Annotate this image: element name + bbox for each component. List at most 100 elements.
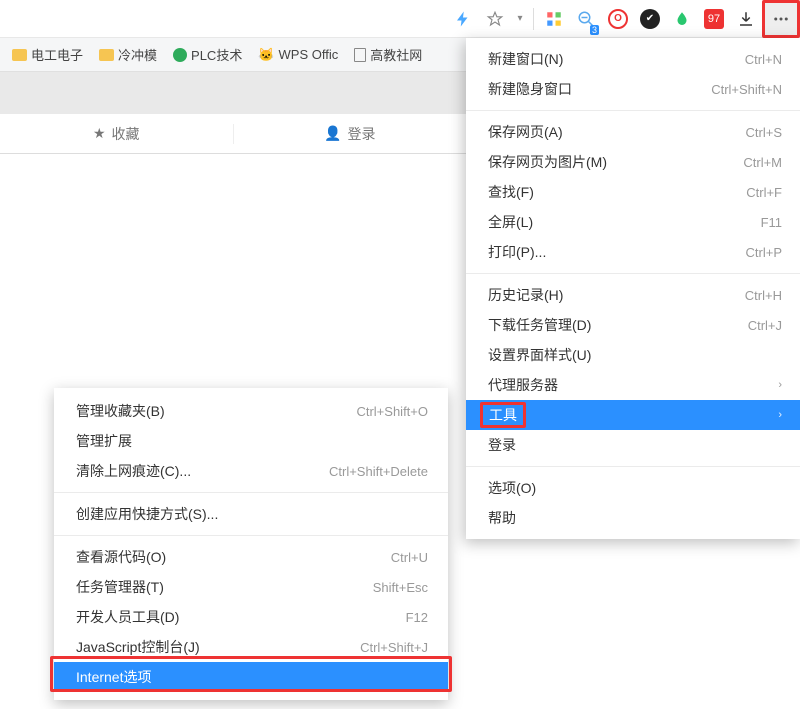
submenu-clear-data[interactable]: 清除上网痕迹(C)...Ctrl+Shift+Delete xyxy=(54,456,448,486)
page-icon xyxy=(354,48,366,62)
menu-label: 开发人员工具(D) xyxy=(76,607,406,627)
bookmark-label: 电工电子 xyxy=(31,45,83,64)
menu-label: 清除上网痕迹(C)... xyxy=(76,461,329,481)
menu-shortcut: F12 xyxy=(406,610,428,625)
menu-label: 保存网页为图片(M) xyxy=(488,152,743,172)
menu-new-incognito[interactable]: 新建隐身窗口Ctrl+Shift+N xyxy=(466,74,800,104)
zoom-icon[interactable]: 3 xyxy=(570,0,602,38)
submenu-view-source[interactable]: 查看源代码(O)Ctrl+U xyxy=(54,542,448,572)
bookmark-item[interactable]: 电工电子 xyxy=(4,38,91,71)
submenu-manage-extensions[interactable]: 管理扩展 xyxy=(54,426,448,456)
menu-shortcut: Ctrl+H xyxy=(745,288,782,303)
menu-tools[interactable]: 工具 › xyxy=(466,400,800,430)
highlight-box: 工具 xyxy=(480,402,526,428)
menu-label: 选项(O) xyxy=(488,478,782,498)
menu-shortcut: F11 xyxy=(761,215,782,230)
menu-label: 保存网页(A) xyxy=(488,122,746,142)
zoom-badge: 3 xyxy=(590,25,599,35)
tab-favorites[interactable]: ★ 收藏 xyxy=(0,124,233,144)
menu-help[interactable]: 帮助 xyxy=(466,503,800,533)
menu-label: 代理服务器 xyxy=(488,375,772,395)
menu-shortcut: Ctrl+S xyxy=(746,125,782,140)
opera-icon[interactable]: O xyxy=(602,0,634,38)
menu-label: 下载任务管理(D) xyxy=(488,315,748,335)
menu-shortcut: Ctrl+Shift+Delete xyxy=(329,464,428,479)
folder-icon xyxy=(12,49,27,61)
menu-shortcut: Shift+Esc xyxy=(373,580,428,595)
tab-label: 登录 xyxy=(347,124,375,144)
bookmark-label: 冷冲模 xyxy=(118,45,157,64)
chevron-down-icon[interactable]: ▾ xyxy=(511,0,529,38)
menu-shortcut: Ctrl+J xyxy=(748,318,782,333)
menu-label: 任务管理器(T) xyxy=(76,577,373,597)
menu-save-as-image[interactable]: 保存网页为图片(M)Ctrl+M xyxy=(466,147,800,177)
bookmark-item[interactable]: 高教社网 xyxy=(346,38,430,71)
tools-submenu: 管理收藏夹(B)Ctrl+Shift+O 管理扩展 清除上网痕迹(C)...Ct… xyxy=(54,388,448,700)
folder-icon xyxy=(99,49,114,61)
menu-separator xyxy=(54,535,448,536)
star-icon[interactable] xyxy=(479,0,511,38)
menu-separator xyxy=(466,273,800,274)
menu-history[interactable]: 历史记录(H)Ctrl+H xyxy=(466,280,800,310)
menu-label: JavaScript控制台(J) xyxy=(76,637,360,657)
menu-shortcut: Ctrl+F xyxy=(746,185,782,200)
bookmark-label: 高教社网 xyxy=(370,45,422,64)
bookmark-label: PLC技术 xyxy=(191,45,242,64)
lightning-icon[interactable] xyxy=(447,0,479,38)
tab-login[interactable]: 👤 登录 xyxy=(233,124,467,144)
divider xyxy=(533,8,534,30)
chevron-right-icon: › xyxy=(778,379,782,391)
menu-label: 新建隐身窗口 xyxy=(488,79,711,99)
menu-fullscreen[interactable]: 全屏(L)F11 xyxy=(466,207,800,237)
menu-skin[interactable]: 设置界面样式(U) xyxy=(466,340,800,370)
submenu-create-shortcut[interactable]: 创建应用快捷方式(S)... xyxy=(54,499,448,529)
menu-separator xyxy=(54,492,448,493)
tab-label: 收藏 xyxy=(112,124,140,144)
submenu-internet-options[interactable]: Internet选项 xyxy=(54,662,448,692)
chevron-right-icon: › xyxy=(778,409,782,421)
bookmark-label: WPS Offic xyxy=(279,47,339,62)
bookmark-item[interactable]: 冷冲模 xyxy=(91,38,165,71)
menu-print[interactable]: 打印(P)...Ctrl+P xyxy=(466,237,800,267)
shield-icon[interactable]: ✔ xyxy=(634,0,666,38)
menu-label: 查看源代码(O) xyxy=(76,547,391,567)
star-icon: ★ xyxy=(93,125,106,142)
menu-label: 管理收藏夹(B) xyxy=(76,401,356,421)
menu-label: 登录 xyxy=(488,435,782,455)
bookmark-item[interactable]: 🐱 WPS Offic xyxy=(250,38,346,71)
more-button[interactable] xyxy=(762,0,800,38)
menu-shortcut: Ctrl+P xyxy=(746,245,782,260)
menu-find[interactable]: 查找(F)Ctrl+F xyxy=(466,177,800,207)
menu-shortcut: Ctrl+N xyxy=(745,52,782,67)
menu-label: 新建窗口(N) xyxy=(488,49,745,69)
menu-separator xyxy=(466,466,800,467)
menu-label: Internet选项 xyxy=(76,667,428,687)
menu-shortcut: Ctrl+M xyxy=(743,155,782,170)
toolbar: ▾ 3 O ✔ 97 xyxy=(0,0,800,38)
calendar-icon[interactable]: 97 xyxy=(698,0,730,38)
wps-icon: 🐱 xyxy=(258,47,274,63)
apps-icon[interactable] xyxy=(538,0,570,38)
subtab-bar: ★ 收藏 👤 登录 xyxy=(0,114,466,154)
submenu-devtools[interactable]: 开发人员工具(D)F12 xyxy=(54,602,448,632)
user-icon: 👤 xyxy=(324,125,341,142)
menu-label: 设置界面样式(U) xyxy=(488,345,782,365)
menu-label: 帮助 xyxy=(488,508,782,528)
menu-shortcut: Ctrl+Shift+O xyxy=(356,404,428,419)
menu-options[interactable]: 选项(O) xyxy=(466,473,800,503)
menu-downloads[interactable]: 下载任务管理(D)Ctrl+J xyxy=(466,310,800,340)
bookmark-item[interactable]: PLC技术 xyxy=(165,38,250,71)
submenu-manage-favorites[interactable]: 管理收藏夹(B)Ctrl+Shift+O xyxy=(54,396,448,426)
menu-login[interactable]: 登录 xyxy=(466,430,800,460)
download-icon[interactable] xyxy=(730,0,762,38)
menu-new-window[interactable]: 新建窗口(N)Ctrl+N xyxy=(466,44,800,74)
menu-shortcut: Ctrl+Shift+J xyxy=(360,640,428,655)
menu-label: 查找(F) xyxy=(488,182,746,202)
menu-save-page[interactable]: 保存网页(A)Ctrl+S xyxy=(466,117,800,147)
submenu-task-manager[interactable]: 任务管理器(T)Shift+Esc xyxy=(54,572,448,602)
submenu-js-console[interactable]: JavaScript控制台(J)Ctrl+Shift+J xyxy=(54,632,448,662)
menu-shortcut: Ctrl+Shift+N xyxy=(711,82,782,97)
menu-label: 全屏(L) xyxy=(488,212,761,232)
menu-proxy[interactable]: 代理服务器 › xyxy=(466,370,800,400)
drop-icon[interactable] xyxy=(666,0,698,38)
